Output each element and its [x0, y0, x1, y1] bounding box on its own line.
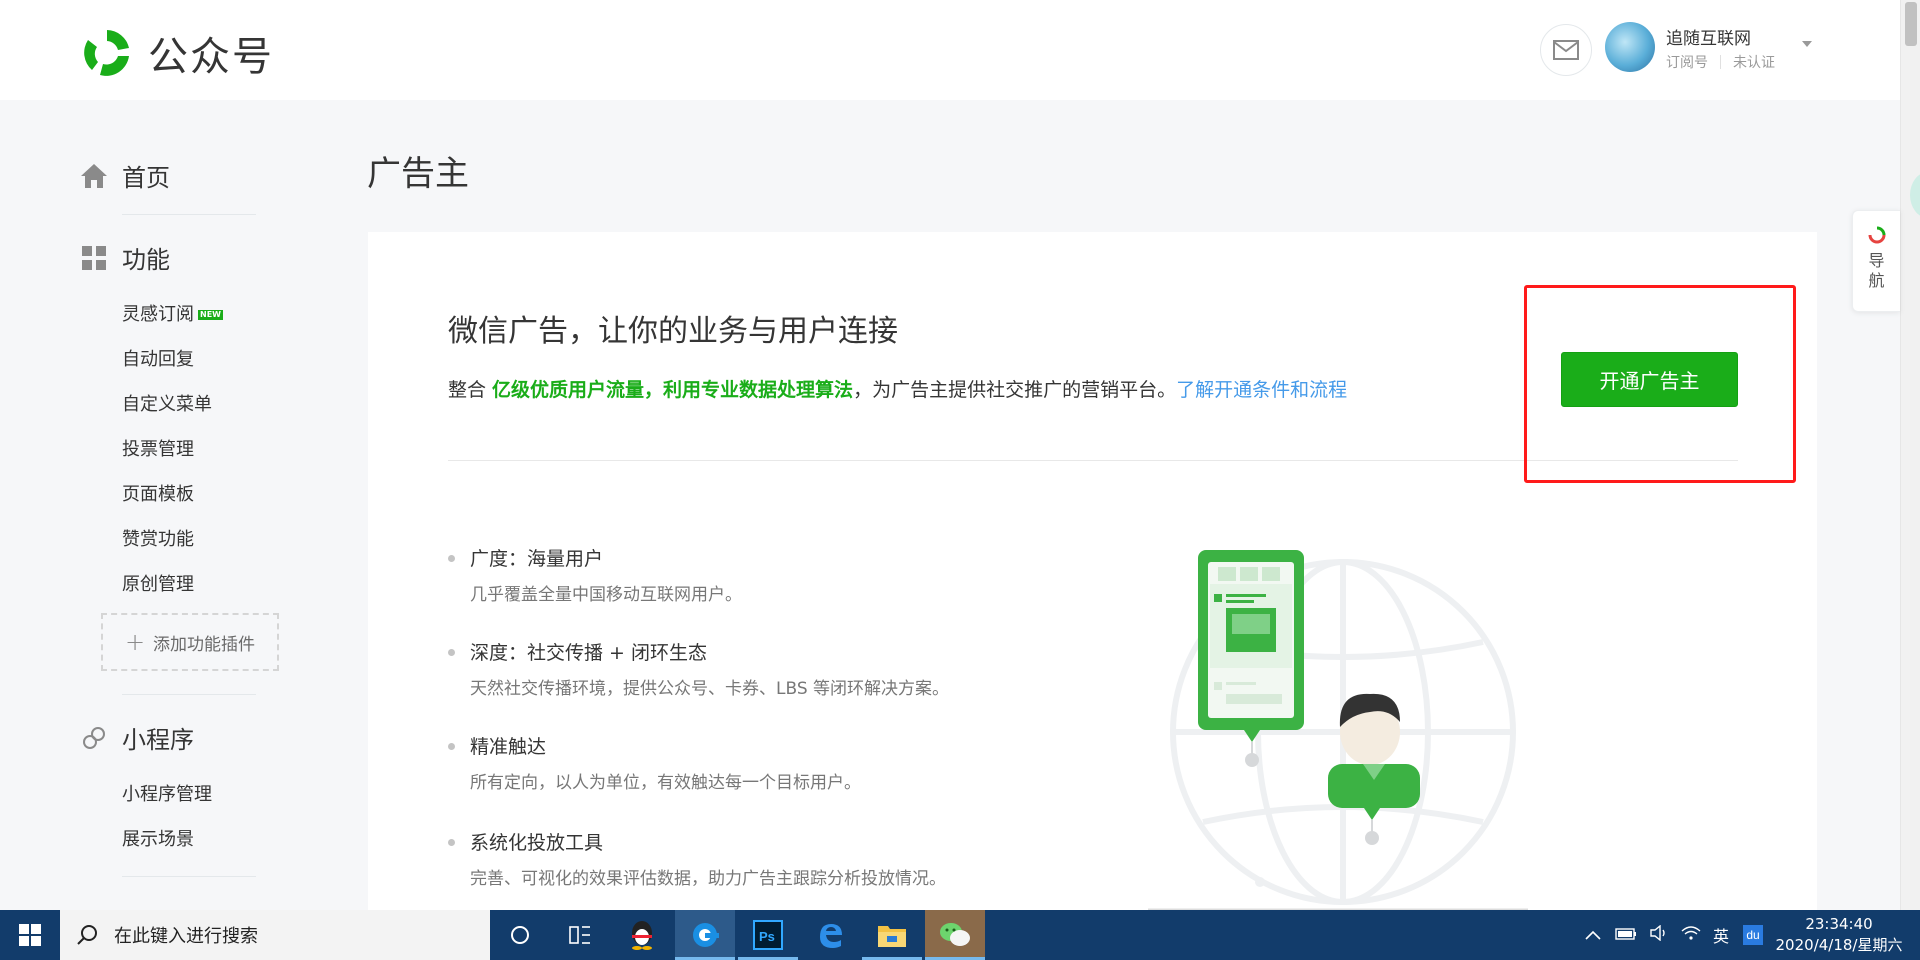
avatar[interactable] [1605, 22, 1655, 72]
edge-icon [820, 924, 842, 948]
sidebar-item-display-scene[interactable]: 展示场景 [122, 825, 194, 851]
bullet [448, 743, 455, 750]
task-view-icon [569, 926, 590, 944]
annotation-highlight-box [1524, 285, 1796, 483]
bullet [448, 555, 455, 562]
svg-text:Ps: Ps [759, 929, 775, 944]
page-scrollbar[interactable] [1900, 0, 1920, 910]
grid-icon [80, 244, 108, 272]
home-icon [80, 162, 108, 190]
message-button[interactable] [1540, 24, 1592, 76]
taskbar-app-qq[interactable] [612, 910, 672, 960]
clock-time: 23:34:40 [1805, 915, 1873, 933]
windows-logo-icon [19, 924, 41, 946]
add-plugin-label: 添加功能插件 [153, 634, 256, 655]
baidu-ime-icon[interactable]: du [1743, 925, 1764, 945]
logo[interactable]: 公众号 [80, 24, 274, 82]
taskbar-app-browser[interactable] [675, 910, 735, 960]
nav-logo-icon [1868, 226, 1885, 244]
system-tray: 英 du [1585, 910, 1764, 960]
bullet [448, 649, 455, 656]
wechat-icon [940, 923, 970, 946]
logo-text: 公众号 [148, 34, 274, 80]
divider [122, 694, 256, 695]
sidebar-item-inspiration-subscribe[interactable]: 灵感订阅 NEW [122, 300, 223, 326]
feature-title: 广度：海量用户 [470, 548, 604, 570]
promo-title: 微信广告，让你的业务与用户连接 [448, 314, 898, 349]
wifi-icon[interactable] [1681, 925, 1701, 945]
cortana-button[interactable] [490, 910, 550, 960]
taskbar-app-file-explorer[interactable] [862, 910, 922, 960]
divider [1720, 55, 1721, 69]
search-icon [77, 925, 97, 945]
floating-nav-label: 导航 [1868, 251, 1885, 290]
taskbar-app-edge[interactable] [800, 910, 860, 960]
account-type: 订阅号 [1666, 55, 1708, 71]
divider [122, 876, 256, 877]
sidebar-section-features[interactable]: 功能 [80, 240, 170, 275]
battery-icon[interactable] [1615, 926, 1637, 944]
feature-title: 系统化投放工具 [470, 832, 604, 854]
feature-desc: 天然社交传播环境，提供公众号、卡券、LBS 等闭环解决方案。 [470, 679, 950, 699]
account-name[interactable]: 追随互联网 [1666, 24, 1751, 49]
taskbar-clock[interactable]: 23:34:40 2020/4/18/星期六 [1768, 914, 1910, 956]
windows-taskbar: 在此键入进行搜索 Ps 英 du 23:34:40 2020/4/18/星期六 [0, 910, 1920, 960]
social-ads-illustration [1148, 550, 1528, 912]
top-header: 公众号 追随互联网 订阅号 未认证 [0, 0, 1900, 100]
cortana-icon [511, 926, 529, 944]
desc-middle: ，为广告主提供社交推广的营销平台。 [853, 379, 1177, 401]
feature-title: 精准触达 [470, 736, 547, 758]
link-icon [80, 724, 108, 752]
wechat-mp-logo-icon [81, 27, 133, 79]
sidebar-item-page-template[interactable]: 页面模板 [122, 480, 194, 506]
desc-prefix: 整合 [448, 379, 493, 401]
chevron-up-icon[interactable] [1585, 926, 1601, 944]
account-status: 未认证 [1733, 55, 1775, 71]
promo-description: 整合 亿级优质用户流量，利用专业数据处理算法，为广告主提供社交推广的营销平台。了… [448, 375, 1347, 402]
desc-highlight: 亿级优质用户流量，利用专业数据处理算法 [492, 379, 854, 401]
sidebar-item-miniprogram-management[interactable]: 小程序管理 [122, 780, 212, 806]
feature-title: 深度：社交传播 + 闭环生态 [470, 642, 707, 664]
sidebar-item-reward[interactable]: 赞赏功能 [122, 525, 194, 551]
volume-icon[interactable] [1649, 924, 1669, 945]
taskbar-app-wechat[interactable] [925, 910, 985, 960]
photoshop-icon: Ps [753, 920, 783, 950]
sidebar-item-label: 灵感订阅 [122, 304, 194, 325]
search-placeholder: 在此键入进行搜索 [114, 926, 258, 947]
new-badge: NEW [198, 310, 223, 320]
sidebar-item-vote-management[interactable]: 投票管理 [122, 435, 194, 461]
folder-icon [878, 926, 906, 947]
feature-desc: 几乎覆盖全量中国移动互联网用户。 [470, 585, 742, 605]
add-plugin-button[interactable]: + 添加功能插件 [101, 613, 279, 671]
mail-icon [1553, 40, 1579, 60]
sidebar-section-label: 功能 [122, 246, 170, 274]
ime-indicator[interactable]: 英 [1713, 923, 1729, 947]
learn-conditions-link[interactable]: 了解开通条件和流程 [1176, 379, 1347, 401]
floating-nav-button[interactable]: 导航 [1852, 210, 1900, 312]
account-dropdown-caret-icon[interactable] [1802, 41, 1812, 47]
start-button[interactable] [0, 910, 60, 960]
sidebar-item-label: 首页 [122, 164, 170, 192]
plus-icon: + [124, 628, 146, 656]
task-view-button[interactable] [550, 910, 610, 960]
sidebar-section-label: 小程序 [122, 726, 194, 754]
sidebar-item-home[interactable]: 首页 [80, 158, 170, 193]
feature-desc: 完善、可视化的效果评估数据，助力广告主跟踪分析投放情况。 [470, 869, 946, 889]
scrollbar-thumb[interactable] [1905, 2, 1917, 46]
sidebar-item-original-management[interactable]: 原创管理 [122, 570, 194, 596]
clock-date: 2020/4/18/星期六 [1775, 936, 1903, 954]
qq-penguin-icon [632, 921, 652, 950]
bullet [448, 839, 455, 846]
browser-icon [693, 923, 719, 947]
page-title: 广告主 [367, 154, 469, 194]
taskbar-search[interactable]: 在此键入进行搜索 [60, 910, 490, 960]
sidebar-section-miniprogram[interactable]: 小程序 [80, 720, 194, 755]
account-meta: 订阅号 未认证 [1666, 52, 1775, 72]
feature-desc: 所有定向，以人为单位，有效触达每一个目标用户。 [470, 773, 861, 793]
sidebar-item-custom-menu[interactable]: 自定义菜单 [122, 390, 212, 416]
taskbar-app-photoshop[interactable]: Ps [738, 910, 798, 960]
sidebar-item-auto-reply[interactable]: 自动回复 [122, 345, 194, 371]
divider [122, 214, 256, 215]
